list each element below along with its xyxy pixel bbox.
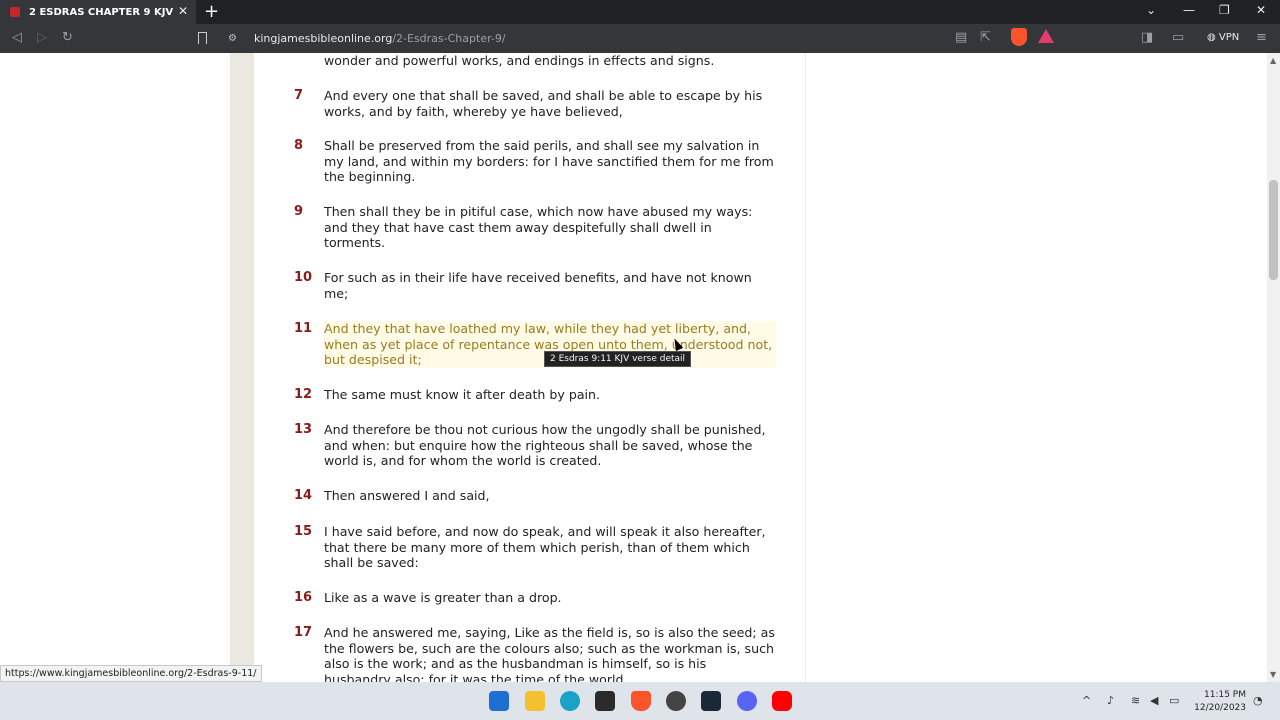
tab-bar: 2 ESDRAS CHAPTER 9 KJV ✕ + ⌄ — ❐ ✕ <box>0 0 1280 24</box>
url-domain: kingjamesbibleonline.org <box>254 31 393 45</box>
clock-time: 11:15 PM <box>1204 690 1246 700</box>
url-path: /2-Esdras-Chapter-9/ <box>392 31 506 45</box>
verse-tooltip: 2 Esdras 9:11 KJV verse detail <box>544 351 692 367</box>
verse-number[interactable]: 11 <box>294 321 314 337</box>
scrollbar-thumb[interactable] <box>1269 180 1278 280</box>
brave-browser-icon[interactable] <box>631 691 651 711</box>
brave-shields-icon[interactable] <box>1011 28 1027 46</box>
scroll-up-icon[interactable]: ▲ <box>1270 56 1276 65</box>
wallet-icon[interactable]: ▭ <box>1172 30 1184 45</box>
back-icon[interactable]: ◁ <box>12 30 22 45</box>
tray-overflow-icon[interactable]: ^ <box>1082 694 1091 707</box>
taskbar: ^ ♪ ≋ ◀ ▭ 11:15 PM 12/20/2023 ◔ <box>0 682 1280 720</box>
clock-date: 12/20/2023 <box>1194 703 1246 713</box>
chapter-content: wonder and powerful works, and endings i… <box>254 53 805 682</box>
store-icon[interactable] <box>595 691 615 711</box>
notification-bell-icon[interactable]: ◔ <box>1253 694 1263 707</box>
vpn-button[interactable]: ◍ VPN <box>1207 32 1239 43</box>
verse-text[interactable]: And every one that shall be saved, and s… <box>324 88 776 119</box>
vpn-label: VPN <box>1218 32 1240 43</box>
reload-icon[interactable]: ↻ <box>62 30 73 45</box>
verse-number[interactable]: 9 <box>294 204 314 220</box>
verse-number[interactable]: 14 <box>294 488 314 504</box>
verse-number[interactable]: 7 <box>294 88 314 104</box>
page-viewport: wonder and powerful works, and endings i… <box>0 53 1267 682</box>
verse-number[interactable]: 17 <box>294 625 314 641</box>
windows-start-icon[interactable] <box>489 691 509 711</box>
wifi-icon[interactable]: ≋ <box>1131 694 1140 707</box>
verse-number[interactable]: 12 <box>294 387 314 403</box>
file-explorer-icon[interactable] <box>525 691 545 711</box>
status-url: https://www.kingjamesbibleonline.org/2-E… <box>0 665 262 682</box>
edge-browser-icon[interactable] <box>560 691 580 711</box>
verse-text[interactable]: And therefore be thou not curious how th… <box>324 422 776 469</box>
sidebar-icon[interactable]: ◨ <box>1141 30 1153 45</box>
minimize-icon[interactable]: — <box>1183 3 1195 17</box>
microphone-icon[interactable]: ♪ <box>1107 694 1114 707</box>
page-scrollbar[interactable]: ▲ ▼ <box>1267 53 1280 682</box>
youtube-icon[interactable] <box>772 691 792 711</box>
close-window-icon[interactable]: ✕ <box>1256 3 1266 17</box>
battery-icon[interactable]: ▭ <box>1169 694 1179 707</box>
tab-search-icon[interactable]: ⌄ <box>1146 3 1156 17</box>
share-icon[interactable]: ⇱ <box>980 30 991 45</box>
verse-number[interactable]: 16 <box>294 590 314 606</box>
discord-icon[interactable] <box>737 691 757 711</box>
steam-icon[interactable] <box>701 691 721 711</box>
scroll-down-icon[interactable]: ▼ <box>1270 670 1276 679</box>
url-text[interactable]: kingjamesbibleonline.org/2-Esdras-Chapte… <box>254 32 506 45</box>
tab-active[interactable]: 2 ESDRAS CHAPTER 9 KJV ✕ <box>0 0 196 24</box>
address-bar[interactable]: ⚙ kingjamesbibleonline.org/2-Esdras-Chap… <box>222 26 1062 50</box>
site-info-icon[interactable]: ⚙ <box>228 33 242 44</box>
verse-number[interactable]: 8 <box>294 138 314 154</box>
brave-rewards-icon[interactable] <box>1038 29 1054 43</box>
restore-icon[interactable]: ❐ <box>1219 3 1230 17</box>
bookmark-icon[interactable] <box>198 32 207 44</box>
bible-favicon-icon <box>10 7 20 17</box>
volume-icon[interactable]: ◀ <box>1150 694 1158 707</box>
verse-text[interactable]: For such as in their life have received … <box>324 270 776 301</box>
new-tab-button[interactable]: + <box>204 1 219 22</box>
obs-icon[interactable] <box>666 691 686 711</box>
browser-toolbar: ◁ ▷ ↻ ⚙ kingjamesbibleonline.org/2-Esdra… <box>0 24 1280 53</box>
verse-number[interactable]: 15 <box>294 524 314 540</box>
verse-number[interactable]: 13 <box>294 422 314 438</box>
verse-number[interactable]: 10 <box>294 270 314 286</box>
tab-title: 2 ESDRAS CHAPTER 9 KJV <box>29 6 174 18</box>
system-clock[interactable]: 11:15 PM 12/20/2023 <box>1190 689 1246 715</box>
verse-text[interactable]: Like as a wave is greater than a drop. <box>324 590 776 606</box>
verse-text[interactable]: And he answered me, saying, Like as the … <box>324 625 776 682</box>
verse-text[interactable]: I have said before, and now do speak, an… <box>324 524 776 571</box>
tab-close-icon[interactable]: ✕ <box>178 4 188 18</box>
verse-text[interactable]: The same must know it after death by pai… <box>324 387 776 403</box>
verse-text[interactable]: Then shall they be in pitiful case, whic… <box>324 204 776 251</box>
verse-text: wonder and powerful works, and endings i… <box>324 53 715 68</box>
verse-text[interactable]: Shall be preserved from the said perils,… <box>324 138 776 185</box>
reader-mode-icon[interactable]: ▤ <box>955 30 967 45</box>
menu-icon[interactable]: ≡ <box>1256 30 1267 45</box>
forward-icon[interactable]: ▷ <box>37 30 47 45</box>
verse-text[interactable]: Then answered I and said, <box>324 488 776 504</box>
